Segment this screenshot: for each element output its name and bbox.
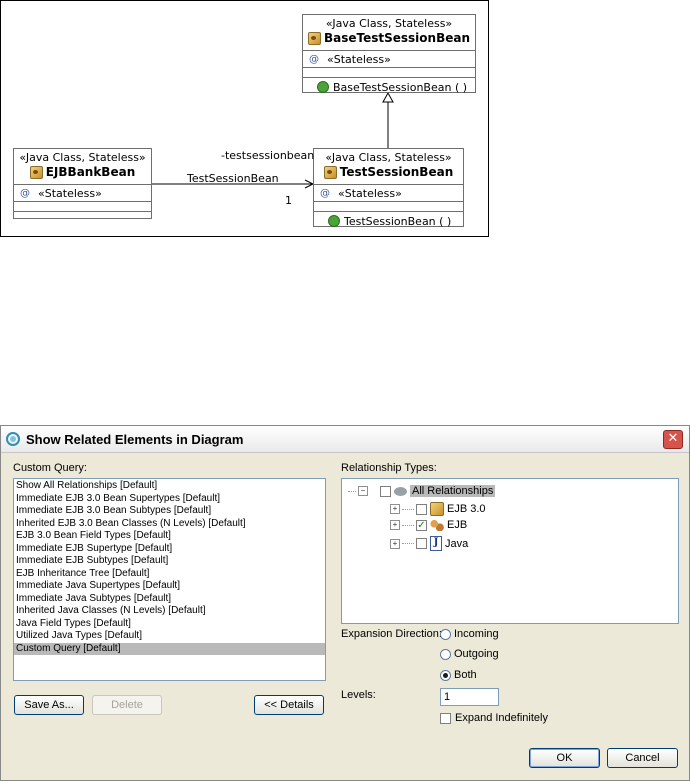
tree-item-ejb[interactable]: + ✓ EJB bbox=[390, 519, 467, 531]
custom-query-list[interactable]: Show All Relationships [Default] Immediat… bbox=[13, 478, 326, 681]
outgoing-radio[interactable]: Outgoing bbox=[440, 648, 499, 660]
expand-toggle-icon[interactable]: + bbox=[390, 520, 400, 530]
dialog-app-icon bbox=[6, 432, 20, 446]
query-list-item[interactable]: Utilized Java Types [Default] bbox=[14, 630, 325, 643]
association-name-label: TestSessionBean bbox=[187, 172, 279, 185]
field-compartment bbox=[303, 68, 475, 78]
show-related-elements-dialog: Show Related Elements in Diagram ✕ Custo… bbox=[0, 425, 690, 781]
association-role-label: -testsessionbean bbox=[221, 149, 315, 162]
close-button[interactable]: ✕ bbox=[663, 430, 683, 449]
ejb-checkbox[interactable]: ✓ bbox=[416, 519, 427, 531]
query-list-item[interactable]: Inherited Java Classes (N Levels) [Defau… bbox=[14, 605, 325, 618]
stereotype-label: «Java Class, Stateless» bbox=[19, 151, 146, 164]
annotation-icon: @ bbox=[320, 187, 330, 199]
class-base-test-session-bean[interactable]: «Java Class, Stateless» BaseTestSessionB… bbox=[302, 14, 476, 94]
both-radio[interactable]: Both bbox=[440, 669, 477, 681]
public-method-icon bbox=[328, 215, 340, 227]
radio-indicator bbox=[440, 648, 451, 660]
query-list-item[interactable]: Immediate EJB Subtypes [Default] bbox=[14, 555, 325, 568]
expansion-direction-label: Expansion Direction: bbox=[341, 628, 442, 640]
levels-input[interactable]: 1 bbox=[440, 688, 499, 706]
cancel-button[interactable]: Cancel bbox=[607, 748, 678, 768]
checkbox-label: Expand Indefinitely bbox=[455, 712, 548, 724]
query-list-item[interactable]: Java Field Types [Default] bbox=[14, 618, 325, 631]
radio-label: Incoming bbox=[454, 628, 499, 640]
class-ejb-bank-bean[interactable]: «Java Class, Stateless» EJBBankBean @ «St… bbox=[13, 148, 152, 219]
annotation-label: «Stateless» bbox=[327, 52, 391, 66]
tree-item-java[interactable]: + J Java bbox=[390, 536, 468, 551]
query-list-item[interactable]: Immediate EJB 3.0 Bean Supertypes [Defau… bbox=[14, 493, 325, 506]
tree-line bbox=[348, 490, 356, 492]
query-list-item[interactable]: Inherited EJB 3.0 Bean Classes (N Levels… bbox=[14, 518, 325, 531]
collapse-toggle-icon[interactable]: − bbox=[358, 486, 368, 496]
query-list-item[interactable]: EJB Inheritance Tree [Default] bbox=[14, 568, 325, 581]
method-label: TestSessionBean ( ) bbox=[344, 214, 452, 228]
annotation-icon: @ bbox=[20, 187, 30, 199]
tree-line bbox=[402, 508, 414, 510]
tree-item-label: EJB 3.0 bbox=[447, 503, 486, 515]
tree-item-all-relationships[interactable]: − All Relationships bbox=[348, 485, 496, 497]
class-name: BaseTestSessionBean bbox=[323, 31, 471, 45]
class-name: EJBBankBean bbox=[45, 165, 136, 179]
checkbox-indicator bbox=[440, 712, 451, 724]
field-compartment bbox=[14, 202, 151, 212]
relationship-types-label: Relationship Types: bbox=[341, 462, 437, 474]
stereotype-label: «Java Class, Stateless» bbox=[325, 151, 452, 164]
levels-label: Levels: bbox=[341, 689, 376, 701]
ejb-beans-icon bbox=[430, 519, 444, 531]
uml-diagram: «Java Class, Stateless» BaseTestSessionB… bbox=[0, 0, 489, 237]
details-button[interactable]: << Details bbox=[254, 695, 324, 715]
tree-item-ejb30[interactable]: + EJB 3.0 bbox=[390, 502, 486, 516]
method-label: BaseTestSessionBean ( ) bbox=[333, 80, 468, 94]
expand-toggle-icon[interactable]: + bbox=[390, 538, 400, 549]
custom-query-label: Custom Query: bbox=[13, 462, 87, 474]
tree-item-label: Java bbox=[445, 537, 469, 550]
session-bean-icon bbox=[307, 31, 321, 45]
tree-item-label: EJB bbox=[447, 519, 468, 531]
annotation-icon: @ bbox=[309, 53, 319, 65]
ok-button[interactable]: OK bbox=[529, 748, 600, 768]
incoming-radio[interactable]: Incoming bbox=[440, 628, 499, 640]
annotation-label: «Stateless» bbox=[338, 186, 402, 200]
save-as-button[interactable]: Save As... bbox=[14, 695, 84, 715]
tree-line bbox=[402, 524, 414, 526]
java-file-icon: J bbox=[430, 536, 442, 551]
radio-indicator-selected bbox=[440, 669, 451, 681]
radio-label: Outgoing bbox=[454, 648, 499, 660]
dialog-titlebar[interactable]: Show Related Elements in Diagram ✕ bbox=[1, 426, 689, 453]
expand-toggle-icon[interactable]: + bbox=[390, 504, 400, 514]
delete-button[interactable]: Delete bbox=[92, 695, 162, 715]
session-bean-icon bbox=[29, 165, 43, 179]
tree-item-label: All Relationships bbox=[410, 485, 496, 497]
multiplicity-label: 1 bbox=[285, 194, 292, 207]
session-bean-icon bbox=[323, 165, 337, 179]
query-list-item[interactable]: Immediate Java Supertypes [Default] bbox=[14, 580, 325, 593]
relationship-types-tree[interactable]: − All Relationships + EJB 3.0 + ✓ EJB + bbox=[341, 478, 679, 624]
query-list-item[interactable]: Immediate EJB Supertype [Default] bbox=[14, 543, 325, 556]
ejb30-bean-icon bbox=[430, 502, 444, 516]
all-relationships-checkbox[interactable] bbox=[380, 485, 391, 497]
java-checkbox[interactable] bbox=[416, 538, 427, 549]
class-name: TestSessionBean bbox=[339, 165, 454, 179]
stereotype-label: «Java Class, Stateless» bbox=[325, 17, 453, 30]
field-compartment bbox=[314, 202, 463, 212]
public-method-icon bbox=[317, 81, 329, 93]
annotation-label: «Stateless» bbox=[38, 186, 102, 200]
query-list-item[interactable]: Custom Query [Default] bbox=[14, 642, 325, 655]
class-test-session-bean[interactable]: «Java Class, Stateless» TestSessionBean … bbox=[313, 148, 464, 228]
query-list-item[interactable]: Immediate Java Subtypes [Default] bbox=[14, 593, 325, 606]
expand-indefinitely-checkbox[interactable]: Expand Indefinitely bbox=[440, 712, 548, 724]
query-list-item[interactable]: Show All Relationships [Default] bbox=[14, 480, 325, 493]
ejb30-checkbox[interactable] bbox=[416, 503, 427, 515]
query-list-item[interactable]: Immediate EJB 3.0 Bean Subtypes [Default… bbox=[14, 505, 325, 518]
tree-line bbox=[402, 543, 414, 544]
method-compartment bbox=[14, 212, 151, 221]
relationships-icon bbox=[394, 486, 407, 496]
dialog-title: Show Related Elements in Diagram bbox=[26, 431, 244, 447]
radio-indicator bbox=[440, 628, 451, 640]
query-list-item[interactable]: EJB 3.0 Bean Field Types [Default] bbox=[14, 530, 325, 543]
radio-label: Both bbox=[454, 669, 477, 681]
